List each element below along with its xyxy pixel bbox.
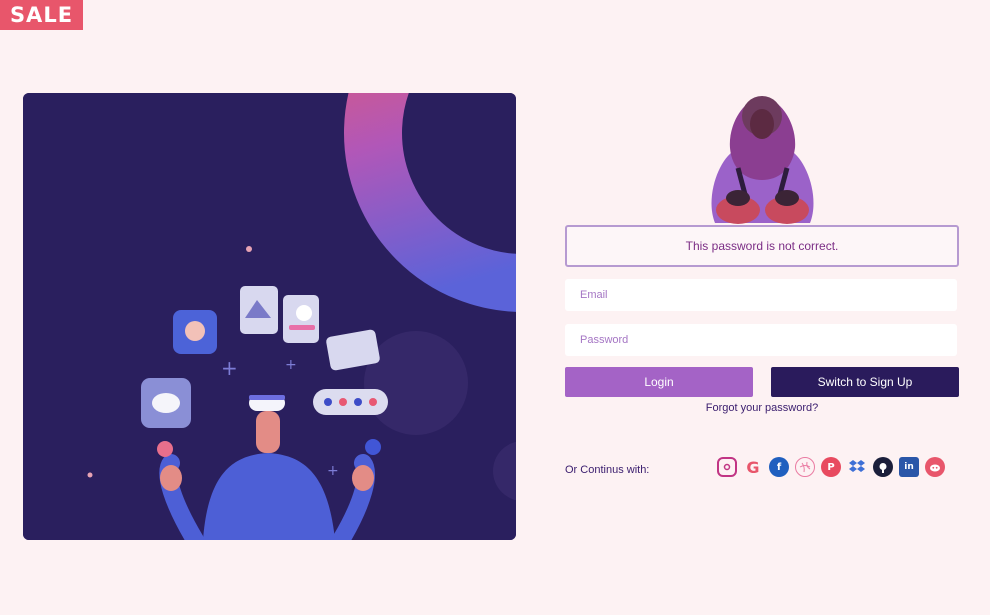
error-alert: This password is not correct. — [565, 225, 959, 267]
instagram-icon[interactable] — [717, 457, 737, 477]
login-button[interactable]: Login — [565, 367, 753, 397]
sale-badge: SALE — [0, 0, 83, 30]
social-icons: G f P in — [717, 457, 945, 477]
email-field[interactable] — [565, 279, 957, 311]
switch-to-signup-button[interactable]: Switch to Sign Up — [771, 367, 959, 397]
svg-text:+: + — [221, 356, 238, 380]
login-panel: This password is not correct. Login Swit… — [565, 0, 959, 615]
google-icon[interactable]: G — [743, 457, 763, 477]
hero-illustration: + + + — [23, 93, 516, 540]
dribbble-icon[interactable] — [795, 457, 815, 477]
svg-text:+: + — [285, 357, 297, 373]
dropbox-icon[interactable] — [847, 457, 867, 477]
facebook-icon[interactable]: f — [769, 457, 789, 477]
forgot-password-link[interactable]: Forgot your password? — [565, 402, 959, 414]
social-login-label: Or Continus with: — [565, 464, 650, 476]
password-field[interactable] — [565, 324, 957, 356]
pinterest-icon[interactable]: P — [821, 457, 841, 477]
mascot-illustration — [711, 96, 814, 224]
svg-text:+: + — [327, 463, 339, 479]
linkedin-icon[interactable]: in — [899, 457, 919, 477]
reddit-icon[interactable] — [925, 457, 945, 477]
github-icon[interactable] — [873, 457, 893, 477]
